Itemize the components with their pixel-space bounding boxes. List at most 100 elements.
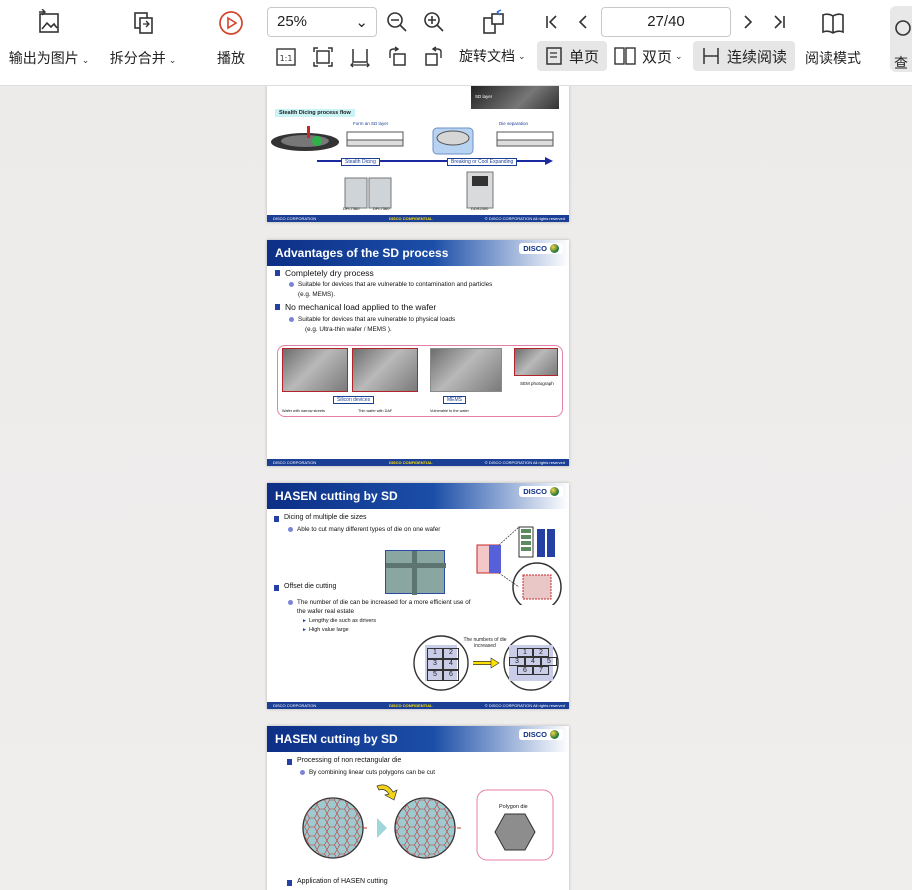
flow-title: Stealth Dicing process flow (275, 109, 355, 117)
hasen-polygon-diagram (302, 784, 554, 861)
stealth-dicing-tag: Stealth Dicing (341, 158, 380, 166)
footer-right: © DISCO CORPORATION All rights reserved (484, 703, 565, 708)
actual-size-button[interactable]: 1:1 (273, 44, 299, 70)
die-cell: 4 (443, 659, 459, 670)
chevron-down-icon: ⌄ (81, 55, 90, 65)
die-cell: 6 (517, 666, 533, 675)
chevron-right-icon (744, 15, 753, 29)
sd-layer-photo: SD layer (471, 86, 559, 109)
export-image-label: 输出为图片 (8, 50, 79, 66)
reading-mode-button[interactable]: 阅读模式 (802, 8, 864, 68)
machine-2-label: DFL7360 (373, 206, 390, 211)
mems-tag: MEMS (443, 396, 466, 404)
footer-mid: DISCO CONFIDENTIAL (389, 460, 433, 465)
slide-footer: DISCO CORPORATION DISCO CONFIDENTIAL © D… (267, 459, 569, 466)
fit-page-icon (313, 47, 333, 67)
chevron-down-icon: ⌄ (355, 14, 368, 31)
image-export-icon (35, 8, 63, 38)
die-cell: 2 (533, 648, 549, 657)
die-grid-before: 1 2 3 4 5 6 (427, 648, 459, 681)
next-page-button[interactable] (735, 9, 761, 35)
die-cell: 7 (533, 666, 549, 675)
globe-icon (550, 487, 559, 496)
chevron-down-icon: ⌄ (168, 55, 177, 65)
tertiary-lengthy-die: Lengthy die such as drivers (302, 618, 376, 624)
fit-width-button[interactable] (347, 44, 373, 70)
document-viewer[interactable]: SD layer Stealth Dicing process flow For… (0, 86, 912, 890)
page-number-input[interactable]: 27/40 (601, 7, 731, 37)
globe-icon (550, 244, 559, 253)
footer-right: © DISCO CORPORATION All rights reserved (484, 216, 565, 221)
bullet-offset-cutting: Offset die cutting (273, 583, 337, 591)
die-cell: 5 (427, 670, 443, 681)
split-merge-button[interactable]: 拆分合并 ⌄ (103, 8, 183, 68)
slide-page-3: HASEN cutting by SD DISCO Dicing of mult… (267, 483, 569, 709)
sd-layer-caption: SD layer (475, 94, 493, 99)
die-cell: 1 (517, 648, 533, 657)
die-cell: 4 (525, 657, 541, 666)
sub-bullet-contamination: Suitable for devices that are vulnerable… (288, 281, 493, 288)
die-cell: 6 (443, 670, 459, 681)
wafer-photo-1 (282, 348, 348, 392)
examples-panel: SEM photograph Silicon devices MEMS Wafe… (277, 345, 563, 417)
rotate-left-icon (389, 46, 406, 66)
fit-page-button[interactable] (310, 44, 336, 70)
sub-bullet-polygons: By combining linear cuts polygons can be… (299, 769, 436, 776)
zoom-out-button[interactable] (384, 9, 410, 35)
double-page-button[interactable]: 双页 ⌄ (606, 41, 691, 71)
slide-title: Advantages of the SD process (275, 246, 449, 260)
rotate-right-button[interactable] (421, 44, 447, 70)
continuous-read-label: 连续阅读 (727, 48, 788, 66)
rotate-doc-icon-button[interactable] (470, 8, 516, 38)
die-cell: 3 (427, 659, 443, 670)
play-label: 播放 (217, 50, 245, 66)
polygon-caption: Polygon die (499, 804, 528, 810)
slide-page-1: SD layer Stealth Dicing process flow For… (267, 86, 569, 222)
wafer-photo-2 (352, 348, 418, 392)
prev-page-button[interactable] (570, 9, 596, 35)
single-page-button[interactable]: 单页 (537, 41, 608, 71)
sub-bullet-mems-example: (e.g. MEMS). (298, 291, 336, 298)
disco-logo: DISCO (519, 729, 563, 740)
zoom-select[interactable]: 25% ⌄ (267, 7, 377, 37)
last-page-button[interactable] (766, 9, 792, 35)
rotate-doc-icon (479, 8, 507, 38)
globe-icon (550, 730, 559, 739)
slide-page-2: Advantages of the SD process DISCO Compl… (267, 240, 569, 466)
actual-size-icon: 1:1 (276, 48, 296, 66)
play-button[interactable]: 播放 (211, 8, 251, 68)
double-page-icon (614, 47, 636, 65)
die-grid-after: 1 2 3 4 5 6 7 (509, 648, 557, 675)
zoom-in-button[interactable] (421, 9, 447, 35)
bullet-non-rectangular: Processing of non rectangular die (286, 757, 402, 765)
footer-left: DISCO CORPORATION (273, 703, 317, 708)
disco-logo: DISCO (519, 486, 563, 497)
rotate-doc-button[interactable]: 旋转文档 ⌄ (451, 41, 534, 71)
search-label: 查 (894, 55, 908, 71)
rotate-left-button[interactable] (384, 44, 410, 70)
search-button[interactable]: 查 (890, 6, 912, 72)
first-page-button[interactable] (539, 9, 565, 35)
continuous-read-button[interactable]: 连续阅读 (693, 41, 796, 71)
machine-3-label: DDS2300 (471, 206, 489, 211)
chevron-down-icon: ⌄ (675, 50, 683, 61)
bullet-dry-process: Completely dry process (275, 268, 374, 278)
slide-header: Advantages of the SD process DISCO (267, 240, 569, 266)
caption-narrow-streets: Wafer with narrow streets (282, 409, 325, 413)
footer-right: © DISCO CORPORATION All rights reserved (484, 460, 565, 465)
sub-bullet-thin-wafer: (e.g. Ultra-thin wafer / MEMS ). (305, 326, 392, 333)
tertiary-high-value: High value large (302, 627, 349, 633)
toolbar: 输出为图片 ⌄ 拆分合并 ⌄ 播放 25% ⌄ 1:1 旋转文档 ⌄ 27/40… (0, 0, 912, 86)
die-cell: 2 (443, 648, 459, 659)
sub-bullet-cut-types: Able to cut many different types of die … (287, 526, 441, 533)
multi-die-diagram (476, 526, 562, 605)
fit-width-icon (350, 49, 370, 68)
export-image-button[interactable]: 输出为图片 ⌄ (4, 8, 94, 68)
breaking-tag: Breaking or Cool Expanding (447, 158, 518, 166)
play-icon (217, 8, 245, 38)
slide-header: HASEN cutting by SD DISCO (267, 483, 569, 509)
footer-mid: DISCO CONFIDENTIAL (389, 703, 433, 708)
continuous-read-icon (703, 48, 719, 64)
flow-diagram (271, 126, 554, 209)
zoom-in-icon (424, 12, 444, 32)
